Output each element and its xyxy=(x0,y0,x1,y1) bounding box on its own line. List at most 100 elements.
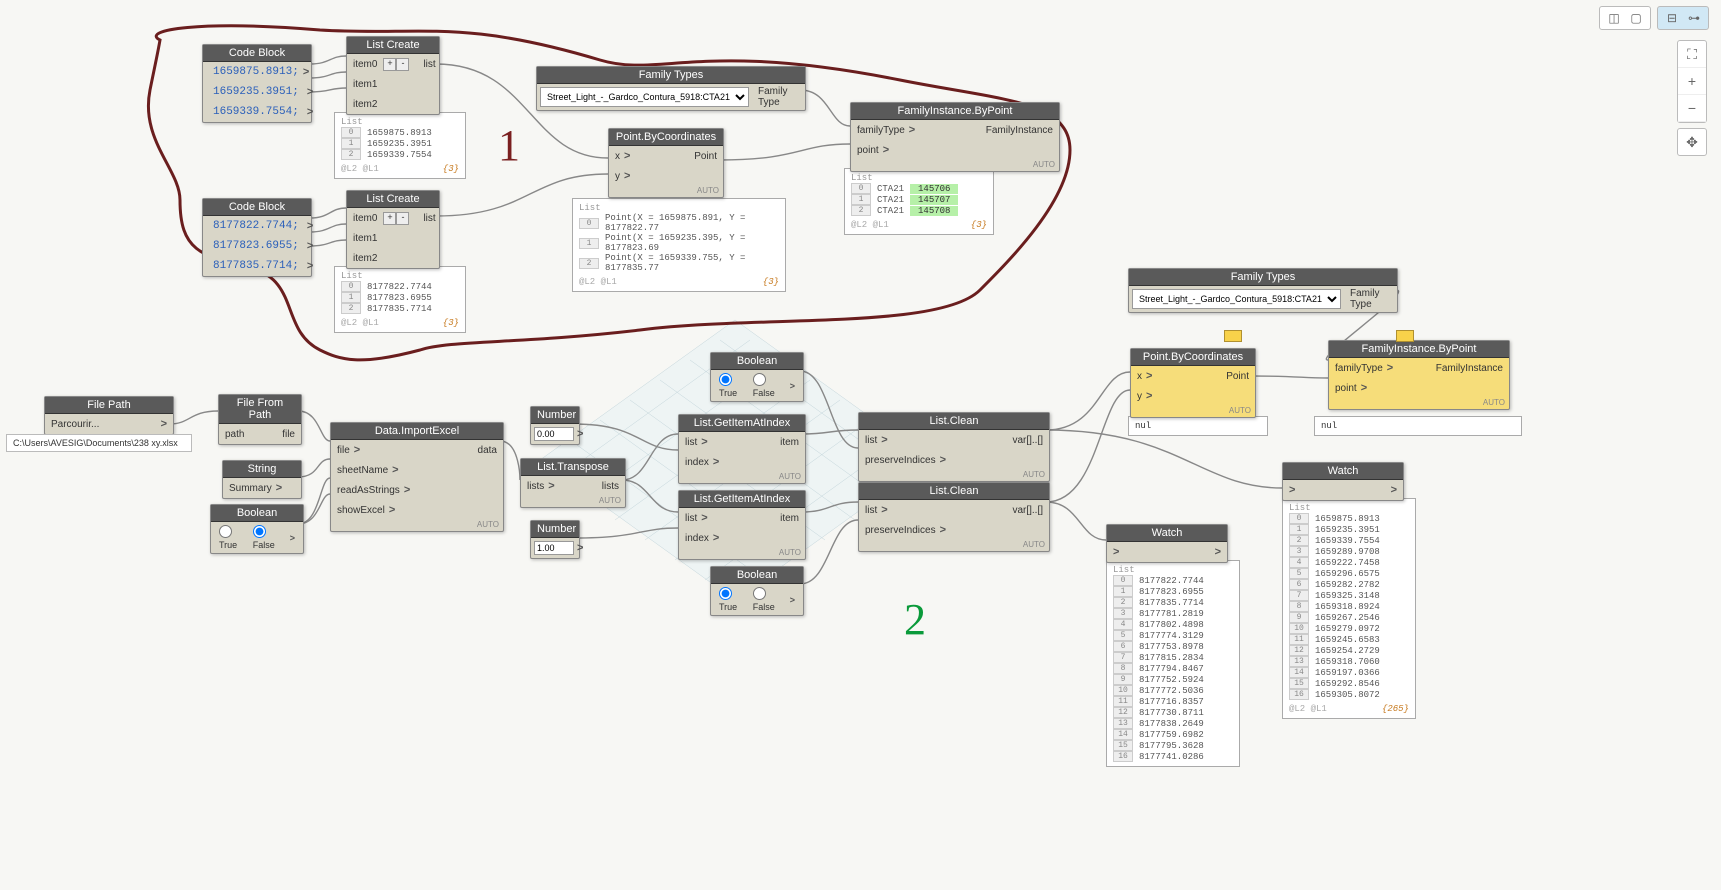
node-point-bycoords-2[interactable]: Point.ByCoordinates x>y>Point AUTO xyxy=(1130,348,1256,418)
node-title: Number xyxy=(531,521,579,538)
node-title: Data.ImportExcel xyxy=(331,423,503,440)
lacing-label: AUTO xyxy=(679,472,805,483)
radio-false[interactable]: False xyxy=(753,373,784,398)
fit-icon[interactable]: ⛶ xyxy=(1678,41,1706,68)
radio-true[interactable]: True xyxy=(219,525,247,550)
node-family-types-2[interactable]: Family Types Street_Light_-_Gardco_Contu… xyxy=(1128,268,1398,313)
node-title: Point.ByCoordinates xyxy=(1131,349,1255,366)
preview-list-1: List 01659875.8913 11659235.3951 2165933… xyxy=(334,112,466,179)
remove-port-button[interactable]: - xyxy=(396,212,409,225)
box-icon[interactable]: ▢ xyxy=(1627,10,1645,26)
zoom-in-icon[interactable]: + xyxy=(1678,68,1706,95)
family-type-select[interactable]: Street_Light_-_Gardco_Contura_5918:CTA21 xyxy=(1132,289,1341,309)
radio-false[interactable]: False xyxy=(753,587,784,612)
node-title: List.GetItemAtIndex xyxy=(679,415,805,432)
port-label: list xyxy=(423,59,435,70)
port-label: showExcel xyxy=(337,505,385,516)
node-getitem-1[interactable]: List.GetItemAtIndex list>index>item AUTO xyxy=(678,490,806,560)
code-line[interactable]: 8177835.7714; xyxy=(209,259,303,273)
note-pin-icon[interactable] xyxy=(1396,330,1414,342)
remove-port-button[interactable]: - xyxy=(396,58,409,71)
number-input[interactable] xyxy=(534,541,574,555)
string-value[interactable]: Summary xyxy=(229,483,272,494)
port-label: readAsStrings xyxy=(337,485,400,496)
zoom-tools: ⛶ + − xyxy=(1677,40,1707,123)
node-list-create-1[interactable]: List Create item0+- item1 item2 list xyxy=(346,36,440,115)
port-label: item xyxy=(780,437,799,448)
connector-style-group: ⊟ ⊶ xyxy=(1657,6,1709,30)
node-family-types-1[interactable]: Family Types Street_Light_-_Gardco_Contu… xyxy=(536,66,806,111)
preview-nul-1: nul xyxy=(1128,416,1268,436)
node-import-excel[interactable]: Data.ImportExcel file> sheetName> readAs… xyxy=(330,422,504,532)
node-list-clean-1[interactable]: List.Clean list>preserveIndices>var[]..[… xyxy=(858,482,1050,552)
lacing-label: AUTO xyxy=(851,160,1059,171)
node-family-instance-bypoint-2[interactable]: FamilyInstance.ByPoint familyType>point>… xyxy=(1328,340,1510,410)
node-code-block-2[interactable]: Code Block 8177822.7744;> 8177823.6955;>… xyxy=(202,198,312,277)
node-title: Point.ByCoordinates xyxy=(609,129,723,146)
lacing-label: AUTO xyxy=(609,186,723,197)
note-pin-icon[interactable] xyxy=(1224,330,1242,342)
wire-style-icon[interactable]: ⊶ xyxy=(1685,10,1703,26)
node-title: List.Clean xyxy=(859,413,1049,430)
port-label: FamilyInstance xyxy=(1436,363,1503,374)
node-title: List Create xyxy=(347,191,439,208)
node-point-bycoords-1[interactable]: Point.ByCoordinates x> y> Point AUTO xyxy=(608,128,724,198)
lacing-label: AUTO xyxy=(859,540,1049,551)
node-file-from-path[interactable]: File From Path pathfile xyxy=(218,394,302,445)
port-label: data xyxy=(478,445,497,456)
radio-true[interactable]: True xyxy=(719,373,747,398)
radio-false[interactable]: False xyxy=(253,525,284,550)
port-label: var[]..[] xyxy=(1012,505,1043,516)
port-label: item2 xyxy=(353,253,377,264)
node-watch-y[interactable]: Watch >> xyxy=(1106,524,1228,563)
node-file-path[interactable]: File Path Parcourir...> xyxy=(44,396,174,435)
node-code-block-1[interactable]: Code Block 1659875.8913;> 1659235.3951;>… xyxy=(202,44,312,123)
port-label: preserveIndices xyxy=(865,525,936,536)
node-number-0[interactable]: Number > xyxy=(530,406,580,445)
port-label: y xyxy=(615,171,620,182)
add-port-button[interactable]: + xyxy=(383,58,396,71)
number-input[interactable] xyxy=(534,427,574,441)
preview-family-instances: List 0CTA21145706 1CTA21145707 2CTA21145… xyxy=(844,168,994,235)
port-label: point xyxy=(857,145,879,156)
cube-icon[interactable]: ◫ xyxy=(1605,10,1623,26)
pan-icon[interactable]: ✥ xyxy=(1677,128,1707,156)
port-label: y xyxy=(1137,391,1142,402)
port-label: lists xyxy=(602,481,619,492)
port-label: index xyxy=(685,533,709,544)
zoom-out-icon[interactable]: − xyxy=(1678,95,1706,122)
node-list-create-2[interactable]: List Create item0+- item1 item2 list xyxy=(346,190,440,269)
node-title: List.Transpose xyxy=(521,459,625,476)
lacing-label: AUTO xyxy=(1131,406,1255,417)
annotation-1: 1 xyxy=(498,120,520,171)
radio-true[interactable]: True xyxy=(719,587,747,612)
node-title: Boolean xyxy=(711,567,803,584)
node-list-transpose[interactable]: List.Transpose lists>lists AUTO xyxy=(520,458,626,508)
family-type-select[interactable]: Street_Light_-_Gardco_Contura_5918:CTA21 xyxy=(540,87,749,107)
view-mode-group: ◫ ▢ xyxy=(1599,6,1651,30)
node-watch-x[interactable]: Watch >> xyxy=(1282,462,1404,501)
port-style-icon[interactable]: ⊟ xyxy=(1663,10,1681,26)
code-line[interactable]: 8177822.7744; xyxy=(209,219,303,233)
node-family-instance-bypoint-1[interactable]: FamilyInstance.ByPoint familyType> point… xyxy=(850,102,1060,172)
node-list-clean-0[interactable]: List.Clean list>preserveIndices>var[]..[… xyxy=(858,412,1050,482)
port-label: item2 xyxy=(353,99,377,110)
node-boolean-bottom[interactable]: Boolean TrueFalse> xyxy=(710,566,804,616)
node-boolean-1[interactable]: Boolean TrueFalse> xyxy=(210,504,304,554)
top-toolbar: ◫ ▢ ⊟ ⊶ xyxy=(1599,6,1709,30)
code-line[interactable]: 8177823.6955; xyxy=(209,239,303,253)
node-string[interactable]: String Summary> xyxy=(222,460,302,499)
node-title: Family Types xyxy=(1129,269,1397,286)
add-port-button[interactable]: + xyxy=(383,212,396,225)
node-number-1[interactable]: Number > xyxy=(530,520,580,559)
node-boolean-top[interactable]: Boolean TrueFalse> xyxy=(710,352,804,402)
code-line[interactable]: 1659235.3951; xyxy=(209,85,303,99)
node-getitem-0[interactable]: List.GetItemAtIndex list>index>item AUTO xyxy=(678,414,806,484)
port-label: path xyxy=(225,429,244,440)
browse-button[interactable]: Parcourir... xyxy=(51,419,99,430)
code-line[interactable]: 1659339.7554; xyxy=(209,105,303,119)
port-label: familyType xyxy=(857,125,905,136)
code-line[interactable]: 1659875.8913; xyxy=(209,65,299,79)
port-label: item xyxy=(780,513,799,524)
node-title: Boolean xyxy=(211,505,303,522)
